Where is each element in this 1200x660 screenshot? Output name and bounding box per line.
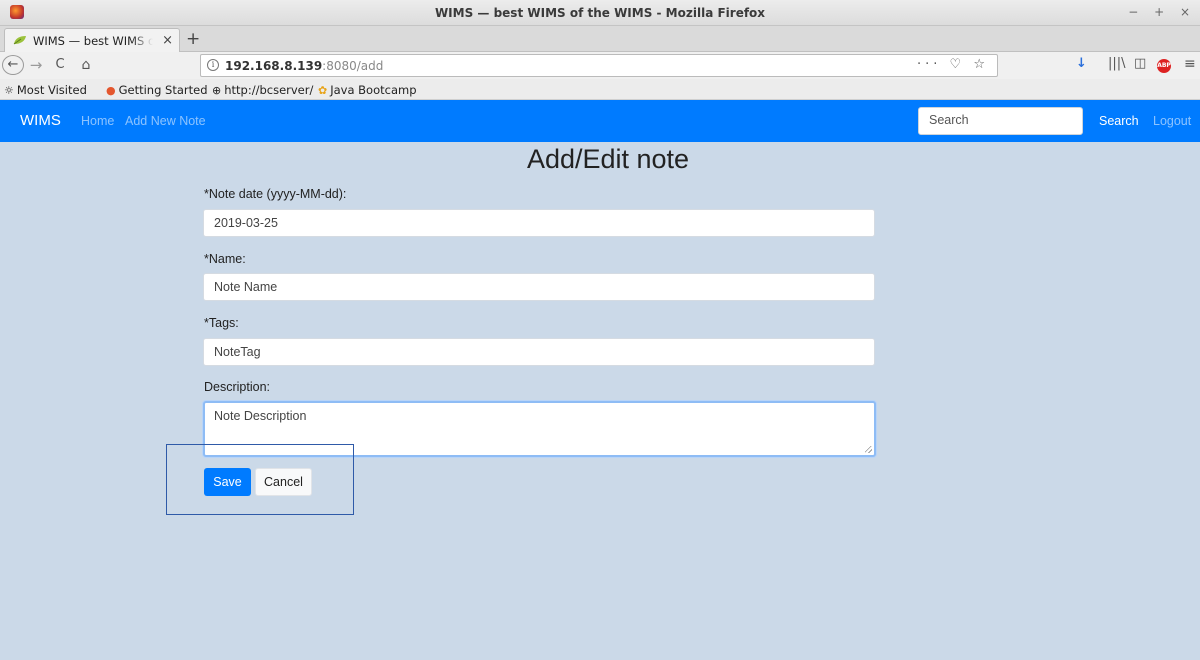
bookmark-most-visited[interactable]: ☼ Most Visited — [4, 83, 87, 97]
note-date-field[interactable]: 2019-03-25 — [203, 209, 875, 237]
window-titlebar: WIMS — best WIMS of the WIMS - Mozilla F… — [0, 0, 1200, 26]
library-icon[interactable]: |||\ — [1108, 56, 1126, 71]
name-field[interactable]: Note Name — [203, 273, 875, 301]
tags-field[interactable]: NoteTag — [203, 338, 875, 366]
bookmark-java-bootcamp[interactable]: ✿ Java Bootcamp — [318, 83, 417, 97]
save-button[interactable]: Save — [204, 468, 251, 496]
app-navbar: WIMS Home Add New Note Search Search Log… — [0, 100, 1200, 142]
cancel-button[interactable]: Cancel — [255, 468, 312, 496]
brand-link[interactable]: WIMS — [20, 112, 61, 129]
window-title: WIMS — best WIMS of the WIMS - Mozilla F… — [434, 6, 766, 20]
gear-icon: ☼ — [4, 84, 14, 97]
home-button[interactable]: ⌂ — [78, 55, 94, 75]
bookmark-label: Getting Started — [118, 83, 208, 97]
tab-title: WIMS — best WIMS of the WIMS — [33, 34, 153, 48]
resize-handle[interactable] — [865, 446, 872, 453]
search-button[interactable]: Search — [1099, 114, 1139, 128]
hamburger-menu-icon[interactable]: ≡ — [1184, 56, 1196, 72]
search-input[interactable]: Search — [918, 107, 1083, 135]
tab-strip: WIMS — best WIMS of the WIMS × + — [0, 26, 1200, 52]
note-date-label: *Note date (yyyy-MM-dd): — [204, 187, 347, 201]
bookmark-getting-started[interactable]: ● Getting Started — [106, 83, 208, 97]
close-tab-icon[interactable]: × — [162, 33, 173, 48]
bookmark-label: Java Bootcamp — [330, 83, 417, 97]
forward-button[interactable]: → — [28, 55, 44, 75]
url-path: :8080/add — [322, 59, 384, 73]
info-icon[interactable]: i — [207, 59, 219, 71]
tags-label: *Tags: — [204, 316, 239, 330]
back-button[interactable]: ← — [2, 55, 24, 75]
url-host: 192.168.8.139 — [225, 59, 323, 73]
browser-tab[interactable]: WIMS — best WIMS of the WIMS × — [4, 28, 180, 52]
adblock-icon[interactable]: ABP — [1157, 59, 1171, 73]
bookmark-label: http://bcserver/ — [224, 83, 314, 97]
name-label: *Name: — [204, 252, 246, 266]
firefox-icon: ● — [106, 84, 116, 97]
new-tab-button[interactable]: + — [186, 29, 200, 49]
description-label: Description: — [204, 380, 270, 394]
bookmarks-bar: ☼ Most Visited ● Getting Started ⊕ http://b… — [0, 79, 1200, 100]
page-title: Add/Edit note — [526, 144, 690, 174]
url-bar[interactable]: i 192.168.8.139:8080/add ··· ♡ ☆ — [200, 54, 998, 77]
reload-button[interactable]: C — [52, 55, 68, 75]
url-text[interactable]: 192.168.8.139:8080/add — [225, 59, 383, 73]
bookmark-label: Most Visited — [16, 83, 87, 97]
leaf-icon — [13, 36, 26, 45]
java-icon: ✿ — [318, 84, 328, 97]
download-icon[interactable]: ↓ — [1076, 56, 1087, 71]
window-controls[interactable]: − + × — [1128, 5, 1196, 19]
page-actions-icons[interactable]: ··· ♡ ☆ — [917, 57, 989, 72]
description-text: Note Description — [214, 409, 307, 423]
sidebar-icon[interactable]: ◫ — [1134, 56, 1146, 71]
browser-toolbar: ← → C ⌂ i 192.168.8.139:8080/add ··· ♡ ☆… — [0, 52, 1200, 79]
nav-add-note-link[interactable]: Add New Note — [125, 114, 206, 128]
nav-home-link[interactable]: Home — [81, 114, 114, 128]
bookmark-bcserver[interactable]: ⊕ http://bcserver/ — [212, 83, 313, 97]
globe-icon: ⊕ — [212, 84, 222, 97]
logout-link[interactable]: Logout — [1153, 114, 1191, 128]
